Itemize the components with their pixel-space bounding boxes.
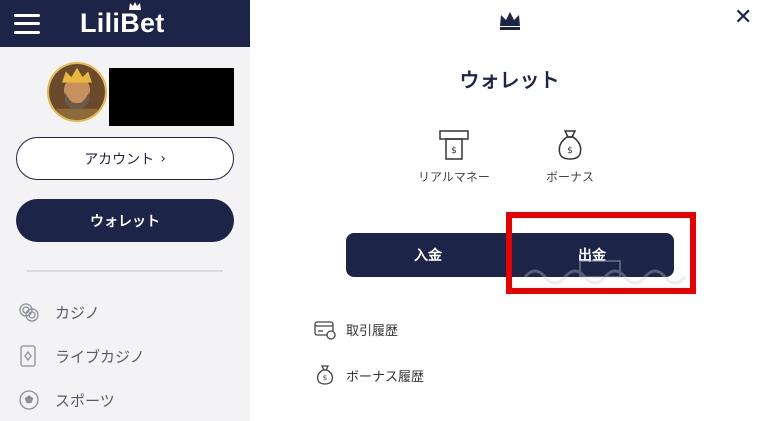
sidebar: LiliBet アカウント › ウォレット カジノ ライブカジノ スポーツ	[0, 0, 250, 421]
sidebar-item-sports[interactable]: スポーツ	[17, 388, 115, 412]
sidebar-item-live-casino[interactable]: ライブカジノ	[17, 344, 145, 368]
card-icon	[20, 345, 36, 367]
crown-icon	[500, 12, 520, 30]
link-label: ボーナス履歴	[346, 369, 425, 385]
page-title: ウォレット	[459, 68, 560, 92]
profile	[47, 62, 234, 126]
tab-label: ボーナス	[546, 170, 595, 184]
deposit-button-label: 入金	[414, 248, 442, 264]
svg-text:$: $	[567, 146, 573, 156]
sidebar-topbar: LiliBet	[0, 0, 250, 47]
wallet-panel: ✕ ウォレット $ リアルマネー $ ボーナス 入金 出金 取引履歴 $ ボーナ…	[250, 0, 769, 421]
tab-label: リアルマネー	[418, 170, 490, 184]
crown-icon	[129, 2, 141, 10]
close-icon: ✕	[734, 5, 753, 30]
avatar[interactable]	[47, 62, 107, 122]
close-button[interactable]: ✕	[734, 6, 752, 30]
deposit-button[interactable]: 入金	[346, 233, 510, 277]
football-icon	[19, 390, 39, 410]
wallet-button[interactable]: ウォレット	[16, 199, 234, 242]
account-button-label: アカウント	[84, 151, 155, 168]
svg-text:$: $	[451, 146, 457, 156]
chips-icon	[19, 303, 39, 322]
redacted-username	[109, 68, 234, 126]
bonus-history-link[interactable]: $ ボーナス履歴	[314, 364, 424, 386]
menu-icon[interactable]	[14, 13, 40, 34]
link-label: 取引履歴	[346, 323, 399, 339]
atm-icon: $	[439, 130, 469, 160]
watermark-graphic	[523, 260, 687, 285]
sidebar-item-label: ライブカジノ	[55, 347, 145, 366]
money-bag-icon: $	[316, 365, 334, 385]
credit-card-icon	[314, 321, 336, 340]
svg-text:$: $	[323, 374, 327, 382]
wallet-button-label: ウォレット	[90, 213, 160, 230]
brand-name: LiliBet	[80, 8, 165, 38]
sidebar-divider	[27, 270, 223, 272]
sidebar-item-casino[interactable]: カジノ	[17, 300, 100, 324]
brand-logo[interactable]: LiliBet	[80, 2, 165, 39]
account-button[interactable]: アカウント ›	[16, 137, 234, 180]
chevron-right-icon: ›	[160, 150, 166, 167]
transaction-history-link[interactable]: 取引履歴	[314, 318, 398, 340]
tab-real-money[interactable]: $ リアルマネー	[418, 128, 490, 185]
tab-bonus[interactable]: $ ボーナス	[546, 128, 594, 185]
sidebar-item-label: スポーツ	[55, 391, 115, 410]
money-bag-icon: $	[558, 130, 582, 160]
sidebar-item-label: カジノ	[55, 303, 100, 322]
